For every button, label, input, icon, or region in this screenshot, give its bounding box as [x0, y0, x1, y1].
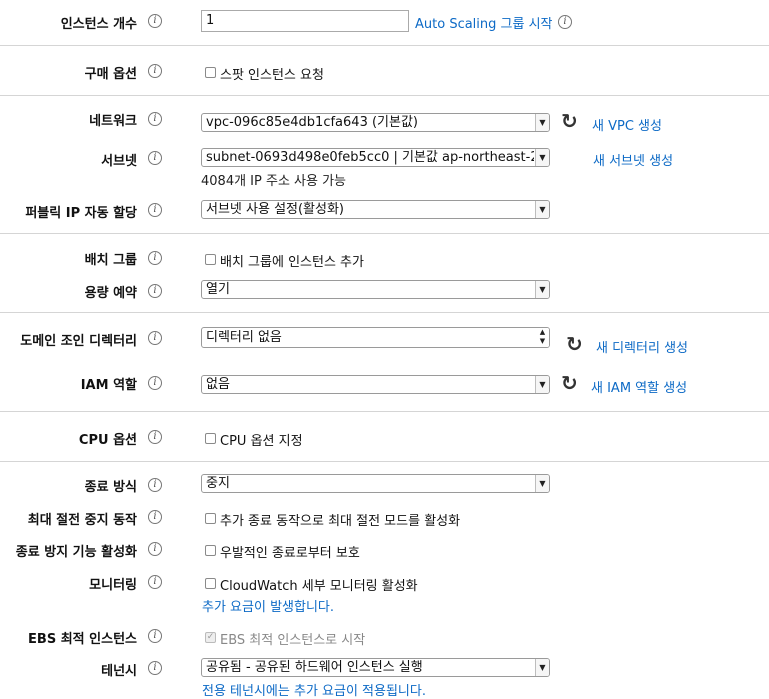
domain-join-value: 디렉터리 없음 — [206, 330, 282, 345]
info-icon[interactable]: i — [148, 629, 162, 643]
tenancy-value: 공유됨 - 공유된 하드웨어 인스턴스 실행 — [206, 660, 423, 675]
capacity-reservation-select[interactable]: 열기 ▼ — [201, 280, 550, 299]
chevron-down-icon: ▼ — [535, 114, 549, 131]
shutdown-behavior-select[interactable]: 중지 ▼ — [201, 474, 550, 493]
refresh-icon[interactable]: ↻ — [561, 373, 578, 393]
monitoring-label: 모니터링 — [89, 578, 137, 593]
tenancy-select[interactable]: 공유됨 - 공유된 하드웨어 인스턴스 실행 ▼ — [201, 658, 550, 677]
chevron-down-icon: ▼ — [535, 281, 549, 298]
ebs-optimized-checkbox: ✓ — [205, 632, 216, 643]
public-ip-value: 서브넷 사용 설정(활성화) — [206, 202, 345, 217]
shutdown-behavior-value: 중지 — [206, 476, 230, 491]
chevron-down-icon: ▼ — [535, 201, 549, 218]
instance-count-label: 인스턴스 개수 — [60, 17, 137, 32]
divider — [0, 312, 769, 313]
tenancy-cost-note: 전용 테넌시에는 추가 요금이 적용됩니다. — [202, 684, 426, 699]
domain-join-select[interactable]: 디렉터리 없음 ▲ ▼ — [201, 327, 550, 348]
info-icon[interactable]: i — [148, 112, 162, 126]
domain-join-label: 도메인 조인 디렉터리 — [20, 334, 137, 349]
monitoring-checkbox[interactable] — [205, 578, 216, 589]
info-icon[interactable]: i — [148, 151, 162, 165]
subnet-select[interactable]: subnet-0693d498e0feb5cc0 | 기본값 ap-northe… — [201, 148, 550, 167]
subnet-value: subnet-0693d498e0feb5cc0 | 기본값 ap-northe… — [206, 150, 534, 165]
auto-scaling-link[interactable]: Auto Scaling 그룹 시작 — [415, 13, 553, 32]
hibernation-checkbox-label: 추가 종료 동작으로 최대 절전 모드를 활성화 — [220, 514, 461, 529]
placement-group-checkbox-label: 배치 그룹에 인스턴스 추가 — [220, 255, 364, 270]
purchase-option-label: 구매 옵션 — [84, 67, 137, 82]
divider — [0, 233, 769, 234]
monitoring-checkbox-label: CloudWatch 세부 모니터링 활성화 — [220, 579, 418, 594]
network-value: vpc-096c85e4db1cfa643 (기본값) — [206, 115, 418, 130]
divider — [0, 45, 769, 46]
divider — [0, 95, 769, 96]
info-icon[interactable]: i — [148, 575, 162, 589]
new-directory-link[interactable]: 새 디렉터리 생성 — [596, 337, 688, 356]
shutdown-behavior-label: 종료 방식 — [84, 480, 137, 495]
divider — [0, 411, 769, 412]
capacity-reservation-label: 용량 예약 — [84, 286, 137, 301]
spot-instance-label: 스팟 인스턴스 요청 — [220, 68, 324, 83]
info-icon[interactable]: i — [148, 430, 162, 444]
iam-role-label: IAM 역할 — [80, 378, 137, 393]
info-icon[interactable]: i — [148, 661, 162, 675]
info-icon[interactable]: i — [148, 542, 162, 556]
cpu-options-checkbox-label: CPU 옵션 지정 — [220, 434, 303, 449]
spot-instance-checkbox[interactable] — [205, 67, 216, 78]
subnet-ip-note: 4084개 IP 주소 사용 가능 — [201, 174, 347, 189]
info-icon[interactable]: i — [148, 376, 162, 390]
info-icon[interactable]: i — [148, 64, 162, 78]
termination-protection-checkbox[interactable] — [205, 545, 216, 556]
info-icon[interactable]: i — [148, 251, 162, 265]
refresh-icon[interactable]: ↻ — [566, 334, 583, 354]
info-icon[interactable]: i — [148, 284, 162, 298]
info-icon[interactable]: i — [558, 15, 572, 29]
placement-group-label: 배치 그룹 — [84, 253, 137, 268]
hibernation-label: 최대 절전 중지 동작 — [27, 513, 137, 528]
chevron-up-down-icon: ▲ ▼ — [536, 328, 549, 347]
chevron-down-icon: ▼ — [535, 475, 549, 492]
public-ip-select[interactable]: 서브넷 사용 설정(활성화) ▼ — [201, 200, 550, 219]
ebs-optimized-label: EBS 최적 인스턴스 — [28, 632, 137, 647]
chevron-down-icon: ▼ — [535, 376, 549, 393]
refresh-icon[interactable]: ↻ — [561, 111, 578, 131]
public-ip-label: 퍼블릭 IP 자동 할당 — [25, 206, 137, 221]
network-label: 네트워크 — [89, 114, 137, 129]
termination-protection-label: 종료 방지 기능 활성화 — [15, 545, 137, 560]
cpu-options-checkbox[interactable] — [205, 433, 216, 444]
new-subnet-link[interactable]: 새 서브넷 생성 — [593, 150, 673, 169]
cpu-options-label: CPU 옵션 — [78, 433, 137, 448]
monitoring-cost-note: 추가 요금이 발생합니다. — [202, 600, 334, 615]
info-icon[interactable]: i — [148, 478, 162, 492]
instance-count-input[interactable]: 1 — [201, 10, 409, 32]
capacity-reservation-value: 열기 — [206, 282, 230, 297]
info-icon[interactable]: i — [148, 510, 162, 524]
chevron-down-icon: ▼ — [535, 149, 549, 166]
chevron-down-icon: ▼ — [535, 659, 549, 676]
subnet-label: 서브넷 — [101, 154, 137, 169]
placement-group-checkbox[interactable] — [205, 254, 216, 265]
hibernation-checkbox[interactable] — [205, 513, 216, 524]
iam-role-value: 없음 — [206, 377, 230, 392]
info-icon[interactable]: i — [148, 203, 162, 217]
divider — [0, 461, 769, 462]
tenancy-label: 테넌시 — [101, 664, 137, 679]
iam-role-select[interactable]: 없음 ▼ — [201, 375, 550, 394]
termination-protection-checkbox-label: 우발적인 종료로부터 보호 — [220, 546, 360, 561]
info-icon[interactable]: i — [148, 331, 162, 345]
network-select[interactable]: vpc-096c85e4db1cfa643 (기본값) ▼ — [201, 113, 550, 132]
new-iam-role-link[interactable]: 새 IAM 역할 생성 — [591, 377, 687, 396]
new-vpc-link[interactable]: 새 VPC 생성 — [592, 115, 662, 134]
info-icon[interactable]: i — [148, 14, 162, 28]
ebs-optimized-checkbox-label: EBS 최적 인스턴스로 시작 — [220, 633, 366, 648]
